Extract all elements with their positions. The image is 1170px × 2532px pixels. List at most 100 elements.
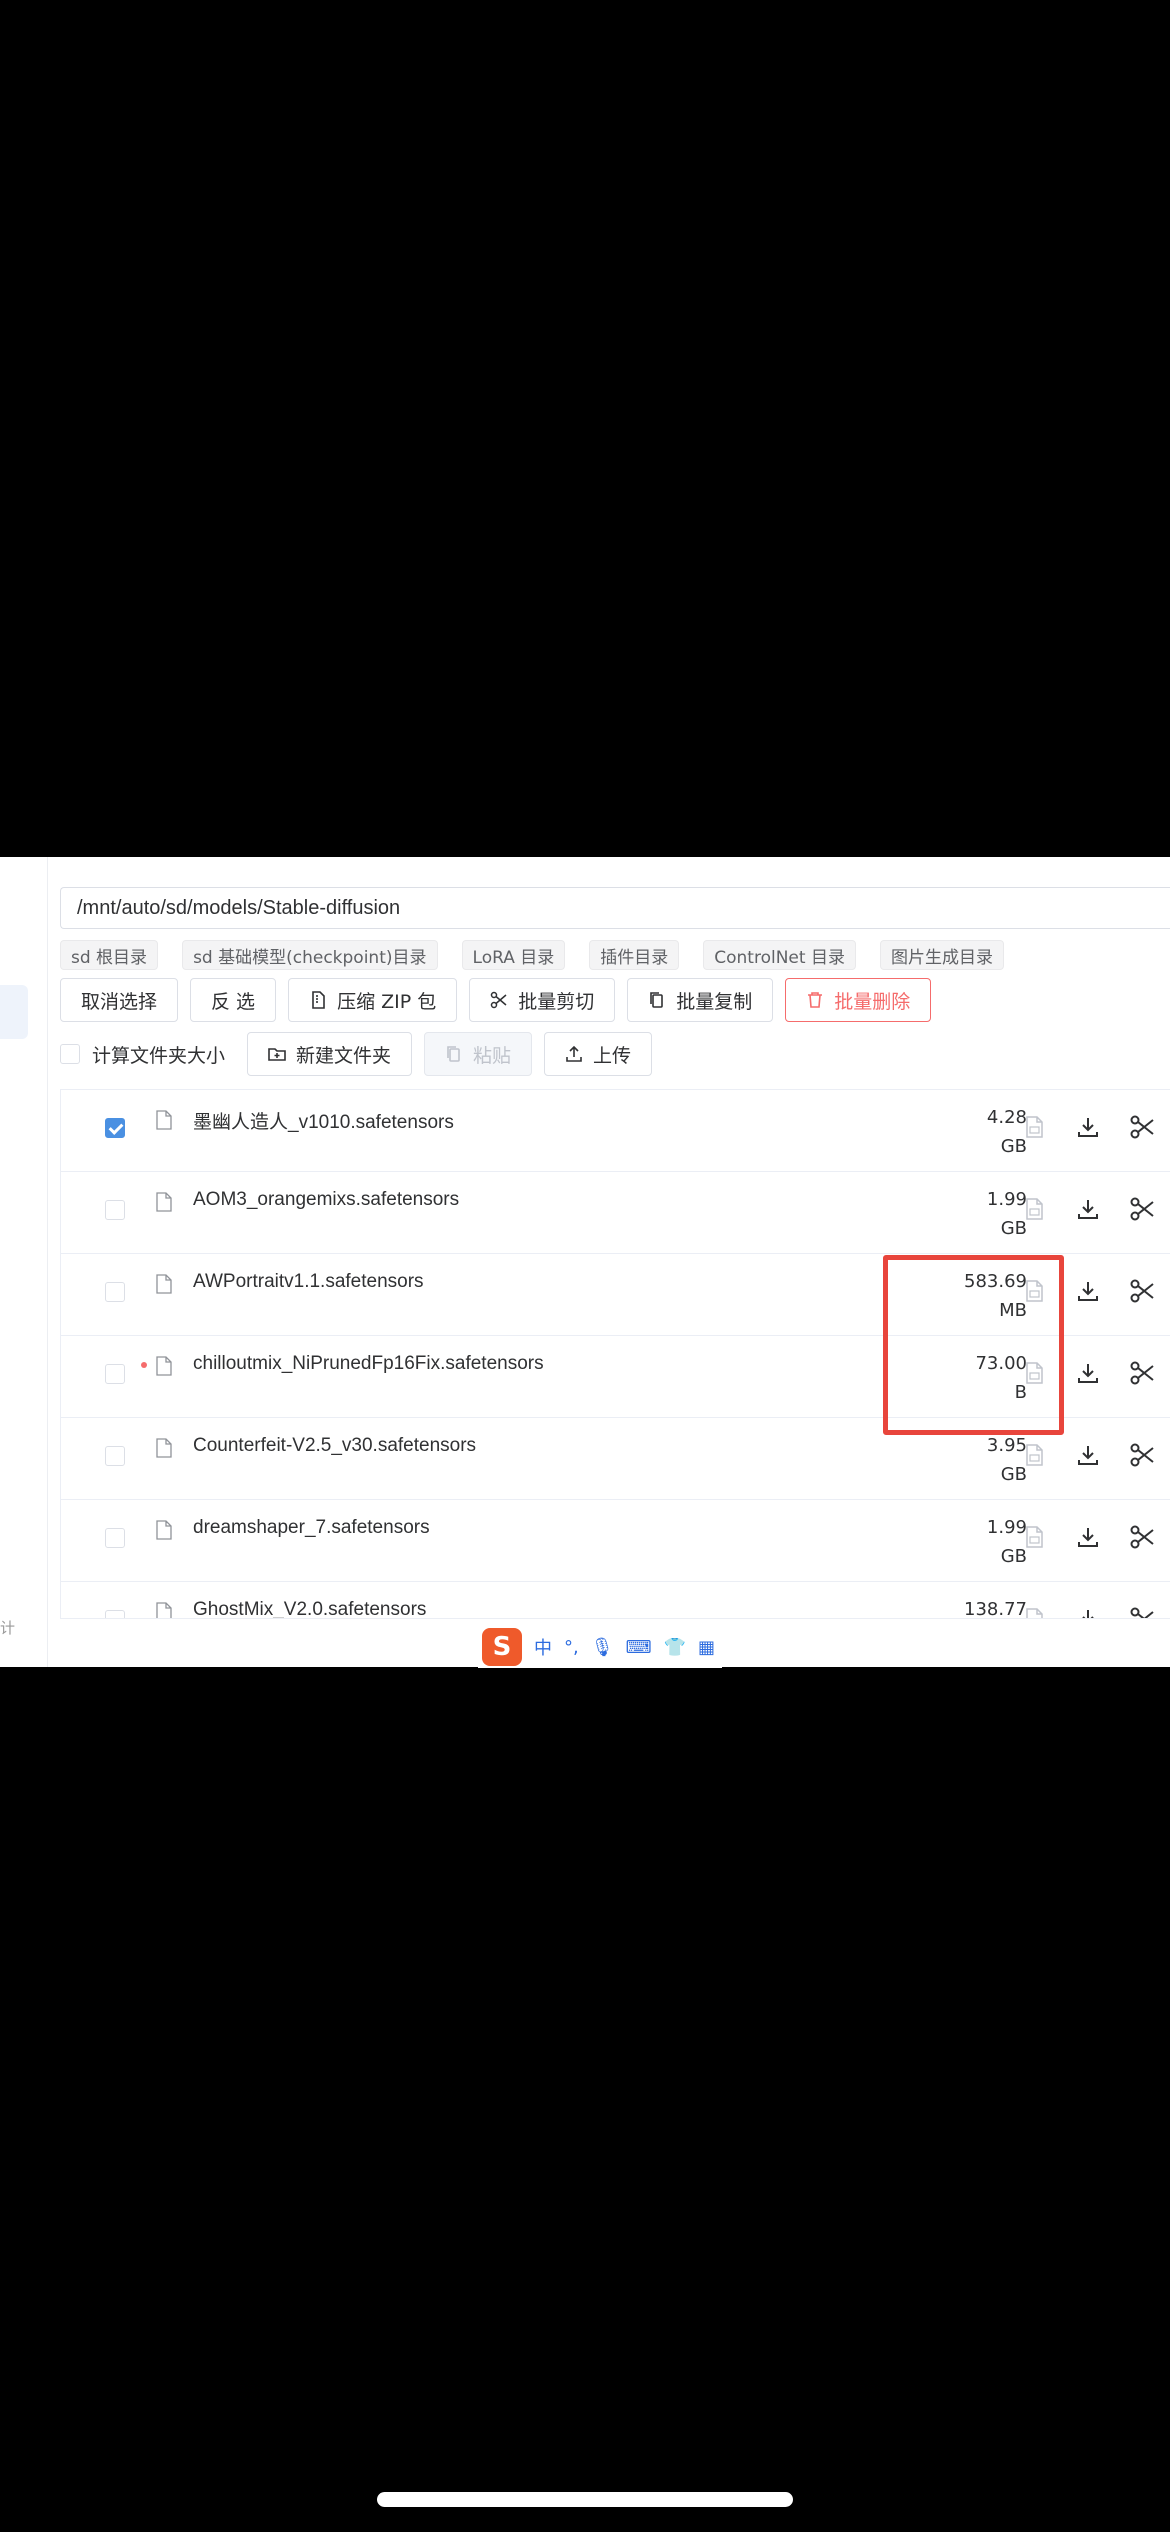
action-toolbar: 取消选择 反 选 压缩 ZIP 包 批量剪切 批量复制 批量删除 bbox=[60, 978, 943, 1022]
upload-icon bbox=[566, 1045, 582, 1062]
tag-extensions[interactable]: 插件目录 bbox=[589, 940, 680, 970]
preview-file-icon[interactable] bbox=[1021, 1442, 1047, 1468]
ime-punctuation-toggle[interactable]: °, bbox=[564, 1637, 579, 1658]
sidebar-active-item[interactable] bbox=[0, 985, 28, 1039]
zip-label: 压缩 ZIP 包 bbox=[337, 990, 437, 1013]
shortcut-tags: sd 根目录 sd 基础模型(checkpoint)目录 LoRA 目录 插件目… bbox=[60, 940, 1028, 970]
copy-icon bbox=[650, 992, 664, 1008]
calc-size-box[interactable] bbox=[60, 1044, 80, 1064]
scissors-icon bbox=[490, 991, 507, 1009]
ime-language-toggle[interactable]: 中 bbox=[534, 1634, 552, 1660]
preview-file-icon[interactable] bbox=[1021, 1114, 1047, 1140]
download-icon[interactable] bbox=[1075, 1360, 1101, 1386]
preview-file-icon[interactable] bbox=[1021, 1524, 1047, 1550]
file-row[interactable]: 墨幽人造人_v1010.safetensors 4.28 GB bbox=[61, 1090, 1170, 1172]
batch-cut-button[interactable]: 批量剪切 bbox=[469, 978, 616, 1022]
file-icon bbox=[156, 1192, 172, 1212]
scissors-icon[interactable] bbox=[1129, 1606, 1155, 1619]
folder-add-icon bbox=[268, 1048, 286, 1061]
upload-button[interactable]: 上传 bbox=[544, 1032, 653, 1076]
download-icon[interactable] bbox=[1075, 1278, 1101, 1304]
calc-size-label: 计算文件夹大小 bbox=[92, 1044, 226, 1067]
batch-copy-button[interactable]: 批量复制 bbox=[627, 978, 774, 1022]
file-name[interactable]: GhostMix_V2.0.safetensors bbox=[193, 1599, 426, 1618]
file-icon bbox=[156, 1356, 172, 1376]
row-checkbox[interactable] bbox=[105, 1610, 125, 1618]
preview-file-icon[interactable] bbox=[1021, 1606, 1047, 1619]
keyboard-icon[interactable]: ⌨ bbox=[626, 1637, 652, 1658]
scissors-icon[interactable] bbox=[1129, 1196, 1155, 1222]
row-checkbox[interactable] bbox=[105, 1528, 125, 1548]
batch-copy-label: 批量复制 bbox=[676, 990, 753, 1013]
tag-lora[interactable]: LoRA 目录 bbox=[461, 940, 566, 970]
file-row[interactable]: GhostMix_V2.0.safetensors 138.77 bbox=[61, 1582, 1170, 1619]
sidebar-edge-text: 计 bbox=[0, 1619, 16, 1637]
invert-select-button[interactable]: 反 选 bbox=[190, 978, 277, 1022]
tag-sd-root[interactable]: sd 根目录 bbox=[60, 940, 159, 970]
file-icon bbox=[156, 1274, 172, 1294]
download-icon[interactable] bbox=[1075, 1114, 1101, 1140]
apps-grid-icon[interactable]: ▦ bbox=[698, 1637, 715, 1658]
file-size: 1.99 GB bbox=[986, 1517, 1027, 1567]
file-size: 3.95 GB bbox=[986, 1435, 1027, 1485]
secondary-toolbar: 计算文件夹大小 新建文件夹 粘贴 上传 bbox=[60, 1032, 664, 1076]
file-name[interactable]: dreamshaper_7.safetensors bbox=[193, 1517, 430, 1539]
scissors-icon[interactable] bbox=[1129, 1278, 1155, 1304]
tag-image-output[interactable]: 图片生成目录 bbox=[879, 940, 1004, 970]
cancel-select-label: 取消选择 bbox=[81, 990, 158, 1013]
calc-size-checkbox[interactable]: 计算文件夹大小 bbox=[60, 1041, 225, 1068]
batch-delete-label: 批量删除 bbox=[834, 990, 911, 1013]
preview-file-icon[interactable] bbox=[1021, 1196, 1047, 1222]
left-sidebar: 计 bbox=[0, 857, 48, 1667]
skin-icon[interactable]: 👕 bbox=[664, 1637, 686, 1658]
download-icon[interactable] bbox=[1075, 1442, 1101, 1468]
cancel-select-button[interactable]: 取消选择 bbox=[60, 978, 179, 1022]
file-name[interactable]: Counterfeit-V2.5_v30.safetensors bbox=[193, 1435, 476, 1457]
download-icon[interactable] bbox=[1075, 1524, 1101, 1550]
new-folder-button[interactable]: 新建文件夹 bbox=[247, 1032, 413, 1076]
row-checkbox[interactable] bbox=[105, 1118, 125, 1138]
file-icon bbox=[156, 1438, 172, 1458]
tag-controlnet[interactable]: ControlNet 目录 bbox=[703, 940, 856, 970]
scissors-icon[interactable] bbox=[1129, 1524, 1155, 1550]
invert-select-label: 反 选 bbox=[211, 990, 256, 1013]
annotation-highlight-box bbox=[883, 1255, 1064, 1435]
scissors-icon[interactable] bbox=[1129, 1442, 1155, 1468]
batch-delete-button[interactable]: 批量删除 bbox=[785, 978, 932, 1022]
modified-dot bbox=[141, 1362, 147, 1368]
download-icon[interactable] bbox=[1075, 1606, 1101, 1619]
scissors-icon[interactable] bbox=[1129, 1360, 1155, 1386]
path-input[interactable]: /mnt/auto/sd/models/Stable-diffusion bbox=[60, 887, 1170, 929]
paste-button[interactable]: 粘贴 bbox=[424, 1032, 533, 1076]
row-checkbox[interactable] bbox=[105, 1446, 125, 1466]
zip-button[interactable]: 压缩 ZIP 包 bbox=[288, 978, 458, 1022]
ime-toolbar: S 中 °, 🎙 ⌨ 👕 ▦ bbox=[478, 1626, 722, 1668]
row-checkbox[interactable] bbox=[105, 1364, 125, 1384]
file-row[interactable]: AOM3_orangemixs.safetensors 1.99 GB bbox=[61, 1172, 1170, 1254]
file-icon bbox=[156, 1520, 172, 1540]
file-size: 4.28 GB bbox=[986, 1107, 1027, 1157]
home-indicator[interactable] bbox=[377, 2492, 793, 2507]
download-icon[interactable] bbox=[1075, 1196, 1101, 1222]
scissors-icon[interactable] bbox=[1129, 1114, 1155, 1140]
archive-icon bbox=[312, 991, 325, 1009]
file-name[interactable]: 墨幽人造人_v1010.safetensors bbox=[193, 1107, 454, 1134]
row-checkbox[interactable] bbox=[105, 1282, 125, 1302]
file-row[interactable]: dreamshaper_7.safetensors 1.99 GB bbox=[61, 1500, 1170, 1582]
ime-logo[interactable]: S bbox=[482, 1628, 522, 1666]
new-folder-label: 新建文件夹 bbox=[296, 1044, 392, 1067]
file-size: 138.77 bbox=[964, 1599, 1027, 1619]
file-name[interactable]: AWPortraitv1.1.safetensors bbox=[193, 1271, 424, 1293]
microphone-icon[interactable]: 🎙 bbox=[591, 1637, 614, 1658]
file-icon bbox=[156, 1602, 172, 1618]
paste-label: 粘贴 bbox=[473, 1044, 512, 1067]
trash-icon bbox=[808, 992, 823, 1008]
file-name[interactable]: chilloutmix_NiPrunedFp16Fix.safetensors bbox=[193, 1353, 544, 1375]
upload-label: 上传 bbox=[593, 1044, 632, 1067]
file-name[interactable]: AOM3_orangemixs.safetensors bbox=[193, 1189, 459, 1211]
tag-checkpoint[interactable]: sd 基础模型(checkpoint)目录 bbox=[182, 940, 438, 970]
paste-icon bbox=[447, 1046, 460, 1062]
row-checkbox[interactable] bbox=[105, 1200, 125, 1220]
file-size: 1.99 GB bbox=[986, 1189, 1027, 1239]
batch-cut-label: 批量剪切 bbox=[518, 990, 595, 1013]
